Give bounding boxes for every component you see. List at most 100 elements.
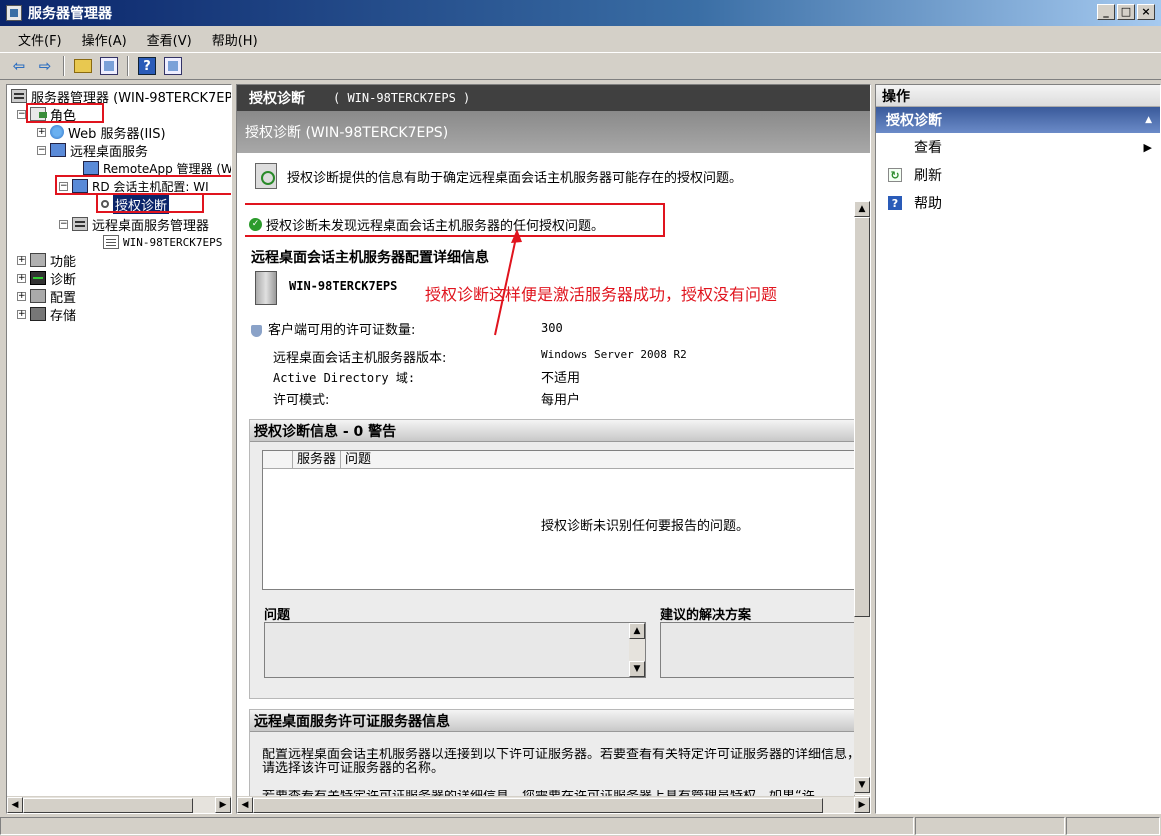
solution-label: 建议的解决方案	[660, 608, 752, 623]
prop-ad-domain-value: 不适用	[541, 371, 581, 386]
actions-header: 操作	[876, 85, 1160, 107]
action-help[interactable]: ? 帮助	[876, 189, 1160, 217]
expand-icon[interactable]: +	[17, 273, 26, 283]
shield-icon	[251, 324, 262, 337]
details-header: 授权诊断 ( WIN-98TERCK7EPS )	[237, 85, 870, 111]
help-icon[interactable]: ?	[136, 55, 158, 77]
scroll-thumb[interactable]	[253, 797, 823, 813]
scroll-thumb[interactable]	[23, 797, 193, 813]
scroll-up-icon[interactable]: ▲	[629, 623, 645, 639]
prop-version-value: Windows Server 2008 R2	[541, 348, 687, 361]
status-cell-3	[1066, 817, 1160, 835]
expand-icon[interactable]: +	[17, 309, 26, 319]
prop-version-label: 远程桌面会话主机服务器版本:	[273, 351, 447, 366]
status-bar	[0, 816, 1161, 836]
menu-view[interactable]: 查看(V)	[137, 30, 202, 49]
scroll-left-icon[interactable]: ◀	[237, 797, 253, 813]
collapse-icon[interactable]: −	[17, 109, 26, 119]
license-server-title: 远程桌面服务许可证服务器信息	[250, 710, 854, 732]
config-details-title: 远程桌面会话主机服务器配置详细信息	[251, 250, 489, 266]
server-icon	[11, 89, 27, 103]
license-server-desc-1: 配置远程桌面会话主机服务器以连接到以下许可证服务器。若要查看有关特定许可证服务器…	[262, 748, 860, 776]
scroll-left-icon[interactable]: ◀	[7, 797, 23, 813]
action-refresh[interactable]: ↻ 刷新	[876, 161, 1160, 189]
actions-section-diagnosis[interactable]: 授权诊断 ▲	[876, 107, 1160, 133]
expand-icon[interactable]: +	[17, 291, 26, 301]
scroll-right-icon[interactable]: ▶	[854, 797, 870, 813]
status-cell-main	[0, 817, 914, 835]
collapse-icon[interactable]: −	[37, 145, 46, 155]
server-tower-icon	[255, 271, 277, 305]
show-hide-action-pane-icon[interactable]	[162, 55, 184, 77]
close-button[interactable]: ×	[1137, 4, 1155, 20]
details-horizontal-scrollbar[interactable]: ◀ ▶	[237, 796, 870, 813]
annotation-box-session-host	[55, 175, 231, 195]
prop-ad-domain-label: Active Directory 域:	[273, 371, 416, 385]
back-arrow-icon[interactable]: ⇦	[8, 55, 30, 77]
action-view[interactable]: 查看 ▶	[876, 133, 1160, 161]
grid-header: 服务器 问题	[263, 451, 855, 469]
menu-help[interactable]: 帮助(H)	[202, 30, 268, 49]
solution-textbox[interactable]	[660, 622, 856, 678]
annotation-box-roles	[26, 103, 104, 123]
scroll-right-icon[interactable]: ▶	[215, 797, 231, 813]
scroll-down-icon[interactable]: ▼	[629, 661, 645, 677]
tree-item-features[interactable]: + 功能	[17, 251, 76, 270]
forward-arrow-icon[interactable]: ⇨	[34, 55, 56, 77]
storage-icon	[30, 307, 46, 321]
menu-file[interactable]: 文件(F)	[8, 30, 72, 49]
maximize-button[interactable]: □	[1117, 4, 1135, 20]
grid-col-problem[interactable]: 问题	[341, 451, 375, 468]
tree-item-configuration[interactable]: + 配置	[17, 287, 76, 306]
info-description: 授权诊断提供的信息有助于确定远程桌面会话主机服务器可能存在的授权问题。	[255, 163, 855, 189]
grid-col-server[interactable]: 服务器	[293, 451, 342, 468]
actions-pane: 操作 授权诊断 ▲ 查看 ▶ ↻ 刷新 ? 帮助	[875, 84, 1161, 814]
problem-scrollbar[interactable]: ▲ ▼	[629, 623, 645, 677]
tree-item-diagnostics[interactable]: + 诊断	[17, 269, 76, 288]
expand-icon[interactable]: +	[17, 255, 26, 265]
up-folder-icon[interactable]	[72, 55, 94, 77]
server-manager-icon	[6, 5, 22, 21]
tree-item-storage[interactable]: + 存储	[17, 305, 76, 324]
menu-bar: 文件(F) 操作(A) 查看(V) 帮助(H)	[0, 26, 1161, 52]
scroll-up-icon[interactable]: ▲	[854, 201, 870, 217]
prop-licensing-mode-label: 许可模式:	[273, 393, 330, 408]
remote-desktop-icon	[50, 143, 66, 157]
console-tree: 服务器管理器 (WIN-98TERCK7EP − 角色 + Web 服务器(II…	[6, 84, 232, 814]
details-scroll-area: ✓ 授权诊断未发现远程桌面会话主机服务器的任何授权问题。 远程桌面会话主机服务器…	[245, 197, 870, 813]
tree-item-web-server[interactable]: + Web 服务器(IIS)	[37, 123, 166, 142]
prop-license-count-value: 300	[541, 321, 563, 335]
tree-item-remote-desktop-services[interactable]: − 远程桌面服务	[37, 141, 148, 160]
toolbar-separator	[127, 56, 129, 76]
help-icon: ?	[888, 196, 902, 210]
remoteapp-icon	[83, 161, 99, 175]
details-vertical-scrollbar[interactable]: ▲ ▼	[854, 201, 870, 795]
window-title: 服务器管理器	[28, 6, 112, 22]
server-node-icon	[103, 235, 119, 249]
features-icon	[30, 253, 46, 267]
issues-grid[interactable]: 服务器 问题 授权诊断未识别任何要报告的问题。	[262, 450, 856, 590]
diagnosis-icon	[255, 163, 277, 189]
tree-item-rds-server[interactable]: WIN-98TERCK7EPS	[103, 233, 222, 251]
expand-icon[interactable]: +	[37, 127, 46, 137]
annotation-text: 授权诊断这样便是激活服务器成功，授权没有问题	[425, 285, 778, 304]
globe-icon	[50, 125, 64, 139]
refresh-icon: ↻	[888, 168, 902, 182]
prop-licensing-mode-value: 每用户	[541, 393, 581, 408]
collapse-icon[interactable]: −	[59, 219, 68, 229]
tree-horizontal-scrollbar[interactable]: ◀ ▶	[7, 796, 231, 813]
annotation-box-ok	[245, 203, 665, 237]
scroll-thumb[interactable]	[854, 217, 870, 617]
submenu-arrow-icon: ▶	[1143, 140, 1152, 154]
annotation-arrow	[494, 229, 522, 336]
scroll-down-icon[interactable]: ▼	[854, 777, 870, 793]
grid-empty-message: 授权诊断未识别任何要报告的问题。	[541, 519, 750, 534]
problem-textbox[interactable]: ▲ ▼	[264, 622, 646, 678]
show-hide-tree-icon[interactable]	[98, 55, 120, 77]
menu-action[interactable]: 操作(A)	[72, 30, 137, 49]
minimize-button[interactable]: _	[1097, 4, 1115, 20]
details-subheader: 授权诊断 (WIN-98TERCK7EPS)	[237, 111, 870, 153]
collapse-up-icon[interactable]: ▲	[1145, 115, 1152, 125]
server-name: WIN-98TERCK7EPS	[289, 279, 398, 293]
tree-item-rds-manager[interactable]: − 远程桌面服务管理器	[59, 215, 209, 234]
